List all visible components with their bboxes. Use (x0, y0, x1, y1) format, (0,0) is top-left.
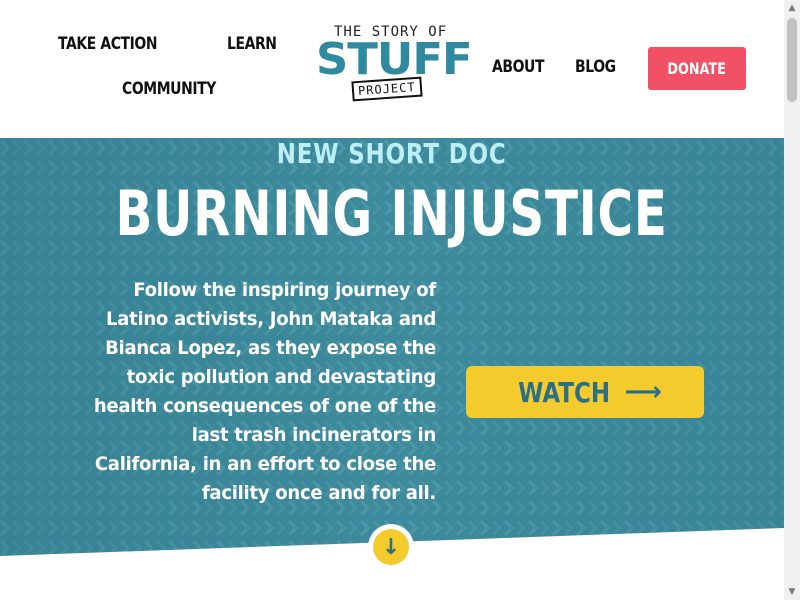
hero-description: Follow the inspiring journey of Latino a… (40, 276, 436, 508)
hero-description-line: Follow the inspiring journey of (133, 279, 436, 301)
nav-about[interactable]: ABOUT (492, 57, 544, 77)
watch-label: WATCH (518, 375, 611, 409)
logo-line-project: PROJECT (351, 76, 423, 102)
hero-description-line: Bianca Lopez, as they expose the (105, 337, 436, 359)
site-header: TAKE ACTION LEARN COMMUNITY THE STORY OF… (0, 0, 784, 138)
scroll-down-button[interactable]: ↓ (368, 524, 414, 570)
logo-line-stuff: STUFF (316, 34, 473, 85)
scrollbar-thumb[interactable] (787, 18, 797, 102)
arrow-right-icon: ⟶ (624, 377, 662, 407)
site-logo[interactable]: THE STORY OF STUFF PROJECT (312, 24, 473, 104)
hero-eyebrow: NEW SHORT DOC (276, 137, 507, 170)
nav-learn[interactable]: LEARN (227, 34, 277, 54)
nav-blog[interactable]: BLOG (575, 57, 616, 77)
watch-button[interactable]: WATCH ⟶ (466, 366, 704, 418)
donate-label: DONATE (667, 59, 727, 78)
hero-description-line: facility once and for all. (201, 482, 436, 504)
hero-title: BURNING INJUSTICE (115, 177, 668, 250)
scroll-up-arrow-icon[interactable]: ▲ (784, 1, 800, 15)
scroll-down-arrow-icon[interactable]: ▼ (784, 585, 800, 599)
nav-community[interactable]: COMMUNITY (122, 79, 216, 99)
page-scrollbar[interactable]: ▲ ▼ (784, 0, 800, 600)
hero-description-line: toxic pollution and devastating (126, 366, 437, 388)
hero-description-line: Latino activists, John Mataka and (105, 308, 436, 330)
hero-description-line: last trash incinerators in (191, 424, 437, 446)
hero-description-line: health consequences of one of the (93, 395, 436, 417)
nav-take-action[interactable]: TAKE ACTION (58, 34, 158, 54)
hero-description-line: California, in an effort to close the (94, 453, 436, 475)
arrow-down-icon: ↓ (373, 529, 409, 565)
donate-button[interactable]: DONATE (648, 47, 746, 90)
